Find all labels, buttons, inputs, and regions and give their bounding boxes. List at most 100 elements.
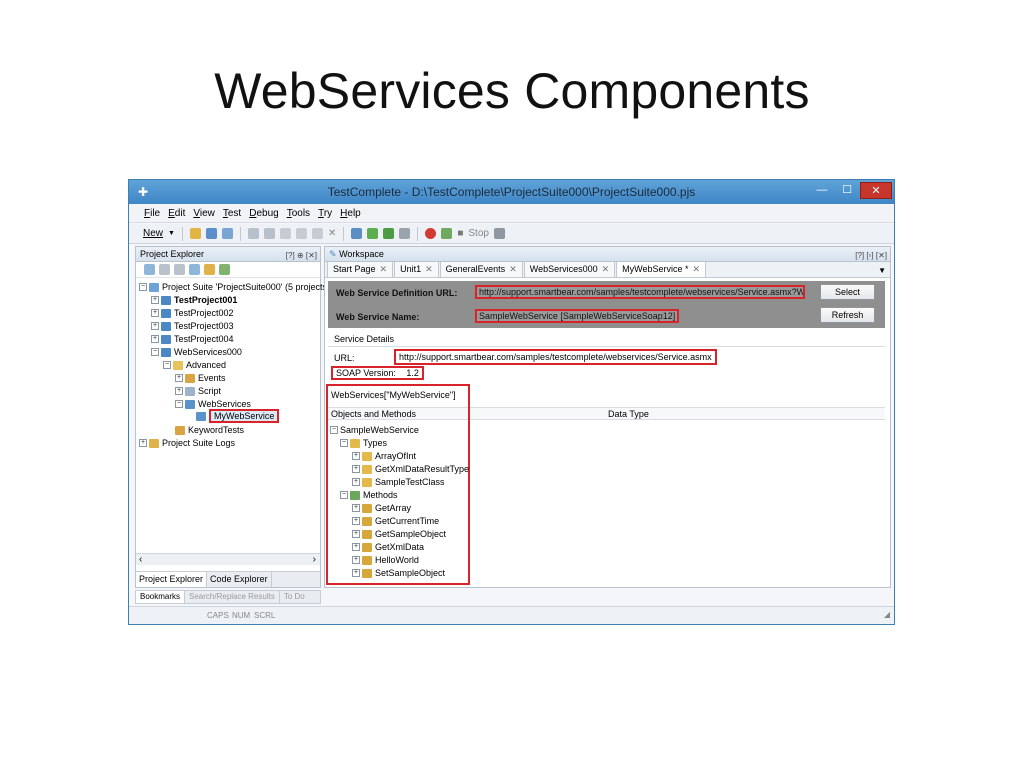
breakpoint-icon[interactable] [425,228,437,239]
tree-item-testproject003[interactable]: + TestProject003 [151,320,234,332]
expand-box-icon[interactable]: + [352,530,360,538]
close-icon[interactable]: ✕ [602,264,610,274]
tree-item-testproject004[interactable]: + TestProject004 [151,333,234,345]
tree-item-project-suite[interactable]: − Project Suite 'ProjectSuite000' (5 proj… [139,281,327,293]
close-button[interactable]: ✕ [860,182,892,199]
menu-tools[interactable]: Tools [287,208,310,219]
add-icon[interactable] [144,264,155,275]
expand-box-icon[interactable]: + [151,309,159,317]
object-methods[interactable]: − Methods [340,489,398,501]
tab-project-explorer[interactable]: Project Explorer [136,572,208,587]
tab-generalevents[interactable]: GeneralEvents ✕ [439,261,523,277]
menu-view[interactable]: View [193,208,215,219]
menu-file[interactable]: File [144,208,160,219]
tree-item-keywordtests[interactable]: KeywordTests [175,424,244,436]
title-bar[interactable]: ✚ TestComplete - D:\TestComplete\Project… [129,180,894,204]
menu-test[interactable]: Test [223,208,241,219]
collapse-icon[interactable] [159,264,170,275]
tree-item-events[interactable]: + Events [175,372,226,384]
expand-box-icon[interactable]: + [352,452,360,460]
step-icon[interactable] [441,228,453,239]
properties-icon[interactable] [174,264,185,275]
definition-url-field[interactable]: http://support.smartbear.com/samples/tes… [475,285,805,299]
expand-box-icon[interactable]: + [175,374,183,382]
stop-icon[interactable]: ■ [457,228,463,239]
save-icon[interactable] [205,228,217,239]
expand-box-icon[interactable]: + [352,569,360,577]
tab-search-replace-results[interactable]: Search/Replace Results [185,591,280,603]
copy-icon[interactable] [295,228,307,239]
close-icon[interactable]: ✕ [380,264,388,274]
service-name-field[interactable]: SampleWebService [SampleWebServiceSoap12… [475,309,680,323]
scroll-left-icon[interactable]: ‹ [139,554,142,565]
expand-box-icon[interactable]: + [352,504,360,512]
panel-window-buttons[interactable]: [?] [▫] [✕] [855,249,887,263]
paste-icon[interactable] [311,228,323,239]
expand-box-icon[interactable]: + [352,465,360,473]
scroll-right-icon[interactable]: › [313,554,316,565]
collapse-box-icon[interactable]: − [151,348,159,356]
expand-box-icon[interactable]: + [151,322,159,330]
expand-box-icon[interactable]: + [352,478,360,486]
resize-grip-icon[interactable]: ◢ [884,610,890,619]
tab-bookmarks[interactable]: Bookmarks [136,591,186,603]
method-getcurrenttime[interactable]: + GetCurrentTime [352,515,439,527]
collapse-box-icon[interactable]: − [175,400,183,408]
pause-icon[interactable] [399,228,411,239]
expand-box-icon[interactable]: + [352,543,360,551]
tab-webservices000[interactable]: WebServices000 ✕ [523,261,616,277]
object-arrayofint[interactable]: + ArrayOfInt [352,450,416,462]
method-getsampleobject[interactable]: + GetSampleObject [352,528,446,540]
run-icon[interactable] [367,228,379,239]
new-button[interactable]: New [143,228,163,239]
filter-icon[interactable] [204,264,215,275]
save-all-icon[interactable] [221,228,233,239]
col-data-type[interactable]: Data Type [608,409,649,419]
options-icon[interactable] [493,228,505,239]
tree-item-project-suite-logs[interactable]: + Project Suite Logs [139,437,235,449]
method-getarray[interactable]: + GetArray [352,502,411,514]
panel-window-buttons[interactable]: [?] ⊕ [✕] [286,249,317,263]
record-icon[interactable] [351,228,363,239]
tree-item-script[interactable]: + Script [175,385,221,397]
minimize-button[interactable]: — [810,182,834,199]
object-sampletestclass[interactable]: + SampleTestClass [352,476,445,488]
tree-item-testproject001[interactable]: + TestProject001 [151,294,237,306]
expand-box-icon[interactable]: + [352,556,360,564]
collapse-box-icon[interactable]: − [340,439,348,447]
close-icon[interactable]: ✕ [425,264,433,274]
refresh-button[interactable]: Refresh [820,307,875,323]
menu-help[interactable]: Help [340,208,361,219]
undo-icon[interactable] [247,228,259,239]
expand-box-icon[interactable]: + [139,439,147,447]
object-types[interactable]: − Types [340,437,387,449]
redo-icon[interactable] [263,228,275,239]
menu-try[interactable]: Try [318,208,332,219]
method-helloworld[interactable]: + HelloWorld [352,554,419,566]
maximize-button[interactable]: ☐ [835,182,859,199]
menu-edit[interactable]: Edit [168,208,185,219]
object-getxmldataresulttype[interactable]: + GetXmlDataResultType [352,463,469,475]
tab-unit1[interactable]: Unit1 ✕ [394,261,439,277]
tab-to-do[interactable]: To Do [280,591,309,603]
expand-box-icon[interactable]: + [352,517,360,525]
expand-box-icon[interactable]: + [175,387,183,395]
tab-mywebservice[interactable]: MyWebService * ✕ [616,261,707,277]
horizontal-scrollbar[interactable]: ‹ › [136,553,320,565]
close-icon[interactable]: ✕ [693,264,701,274]
delete-icon[interactable]: ✕ [328,228,336,239]
tree-item-webservices000[interactable]: − WebServices000 [151,346,242,358]
object-sample-web-service[interactable]: − SampleWebService [330,424,419,436]
run-selected-icon[interactable] [383,228,395,239]
collapse-box-icon[interactable]: − [139,283,147,291]
collapse-box-icon[interactable]: − [163,361,171,369]
tab-list-chevron-icon[interactable]: ▼ [878,266,886,275]
method-getxmldata[interactable]: + GetXmlData [352,541,424,553]
expand-box-icon[interactable]: + [151,335,159,343]
refresh-icon[interactable] [189,264,200,275]
open-icon[interactable] [189,228,201,239]
menu-debug[interactable]: Debug [249,208,278,219]
collapse-box-icon[interactable]: − [330,426,338,434]
search-icon[interactable] [219,264,230,275]
select-button[interactable]: Select [820,284,875,300]
